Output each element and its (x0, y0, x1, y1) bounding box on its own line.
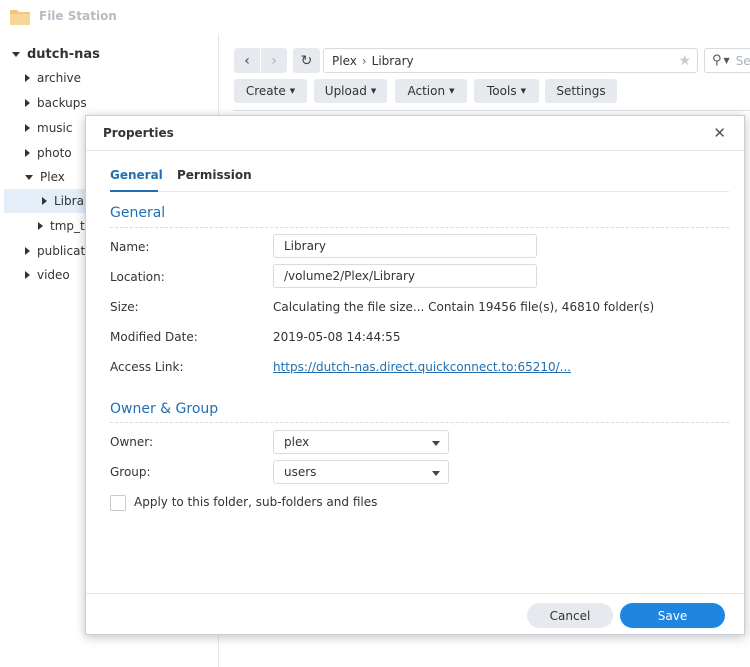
back-button[interactable]: ‹ (234, 48, 260, 73)
chevron-right-icon: › (361, 53, 367, 68)
search-placeholder: Se (735, 53, 750, 68)
chevron-left-icon: ‹ (244, 52, 250, 69)
sidebar-item-label: Plex (40, 170, 65, 184)
access-link[interactable]: https://dutch-nas.direct.quickconnect.to… (273, 360, 571, 374)
dialog-title: Properties (103, 126, 174, 140)
search-icon: ⚲ (712, 53, 722, 68)
sidebar-item-label: video (37, 268, 70, 282)
expand-arrow-icon[interactable] (25, 99, 30, 107)
owner-select-value: plex (284, 435, 310, 449)
path-segment[interactable]: Plex (332, 54, 357, 68)
sidebar-item-label: publicati (37, 244, 89, 258)
cancel-button[interactable]: Cancel (527, 603, 613, 628)
divider (110, 227, 729, 228)
caret-down-icon: ▼ (449, 87, 455, 95)
caret-down-icon (432, 471, 440, 476)
tree-root-label: dutch-nas (27, 46, 100, 62)
sidebar-item-label: archive (37, 71, 82, 85)
group-select-value: users (284, 465, 317, 479)
group-label: Group: (110, 465, 151, 479)
save-button-label: Save (657, 608, 688, 623)
tab-general[interactable]: General (110, 168, 163, 182)
expand-arrow-icon[interactable] (38, 222, 43, 230)
sidebar-item-label: music (37, 121, 73, 135)
size-label: Size: (110, 300, 139, 314)
path-segment[interactable]: Library (372, 54, 414, 68)
collapse-arrow-icon[interactable] (25, 174, 33, 180)
sidebar-item-label: tmp_t (50, 219, 85, 233)
close-icon[interactable]: ✕ (713, 124, 726, 142)
owner-select[interactable]: plex (273, 430, 449, 454)
upload-button-label: Upload (324, 84, 367, 98)
location-field[interactable]: /volume2/Plex/Library (273, 264, 537, 288)
sidebar-item-backups[interactable]: backups (0, 91, 219, 115)
sidebar-item-label: photo (37, 146, 72, 160)
app-title: File Station (39, 9, 117, 23)
title-bar: File Station (0, 0, 750, 34)
cancel-button-label: Cancel (549, 608, 591, 623)
group-select[interactable]: users (273, 460, 449, 484)
star-icon[interactable]: ★ (678, 53, 691, 69)
tools-button[interactable]: Tools ▼ (474, 79, 539, 103)
modified-date-label: Modified Date: (110, 330, 198, 344)
tab-permission[interactable]: Permission (177, 168, 252, 182)
settings-button-label: Settings (556, 84, 606, 98)
dialog-tabs: General Permission (110, 166, 729, 192)
general-section-title: General (110, 205, 166, 221)
expand-arrow-icon[interactable] (25, 247, 30, 255)
chevron-right-icon: › (271, 52, 277, 69)
name-field-value: Library (284, 239, 326, 253)
collapse-arrow-icon[interactable] (12, 51, 20, 57)
upload-button[interactable]: Upload ▼ (314, 79, 387, 103)
expand-arrow-icon[interactable] (42, 197, 47, 205)
file-list-header (233, 110, 750, 111)
forward-button[interactable]: › (261, 48, 287, 73)
expand-arrow-icon[interactable] (25, 271, 30, 279)
caret-down-icon (432, 441, 440, 446)
action-button[interactable]: Action ▼ (395, 79, 467, 103)
name-label: Name: (110, 240, 150, 254)
create-button[interactable]: Create ▼ (234, 79, 307, 103)
size-value: Calculating the file size... Contain 194… (273, 300, 655, 314)
chevron-down-icon: ▼ (723, 56, 730, 65)
apply-recursive-label[interactable]: Apply to this folder, sub-folders and fi… (134, 495, 377, 509)
caret-down-icon: ▼ (520, 87, 526, 95)
properties-dialog: Properties ✕ General Permission General … (85, 115, 745, 635)
modified-date-value: 2019-05-08 14:44:55 (273, 330, 401, 344)
refresh-icon: ↻ (300, 52, 313, 69)
apply-recursive-checkbox[interactable] (110, 495, 126, 511)
tree-root[interactable]: dutch-nas (0, 42, 219, 66)
expand-arrow-icon[interactable] (25, 124, 30, 132)
search-input[interactable]: ⚲ ▼ Se (704, 48, 750, 73)
sidebar-item-label: backups (37, 96, 87, 110)
sidebar-item-archive[interactable]: archive (0, 66, 219, 90)
expand-arrow-icon[interactable] (25, 74, 30, 82)
tools-button-label: Tools (487, 84, 517, 98)
caret-down-icon: ▼ (370, 87, 377, 95)
create-button-label: Create (245, 84, 286, 98)
caret-down-icon: ▼ (289, 87, 296, 95)
dialog-header: Properties ✕ (86, 116, 744, 151)
location-field-value: /volume2/Plex/Library (284, 269, 416, 283)
access-link-label: Access Link: (110, 360, 184, 374)
owner-group-section-title: Owner & Group (110, 401, 219, 417)
refresh-button[interactable]: ↻ (293, 48, 320, 73)
divider (110, 422, 729, 423)
action-button-label: Action (407, 84, 446, 98)
name-field[interactable]: Library (273, 234, 537, 258)
owner-label: Owner: (110, 435, 154, 449)
folder-icon (10, 10, 30, 25)
location-label: Location: (110, 270, 165, 284)
expand-arrow-icon[interactable] (25, 149, 30, 157)
path-bar[interactable]: Plex › Library ★ (323, 48, 698, 73)
dialog-footer: Cancel Save (86, 593, 744, 636)
settings-button[interactable]: Settings (545, 79, 617, 103)
save-button[interactable]: Save (620, 603, 725, 628)
active-tab-indicator (110, 190, 158, 192)
